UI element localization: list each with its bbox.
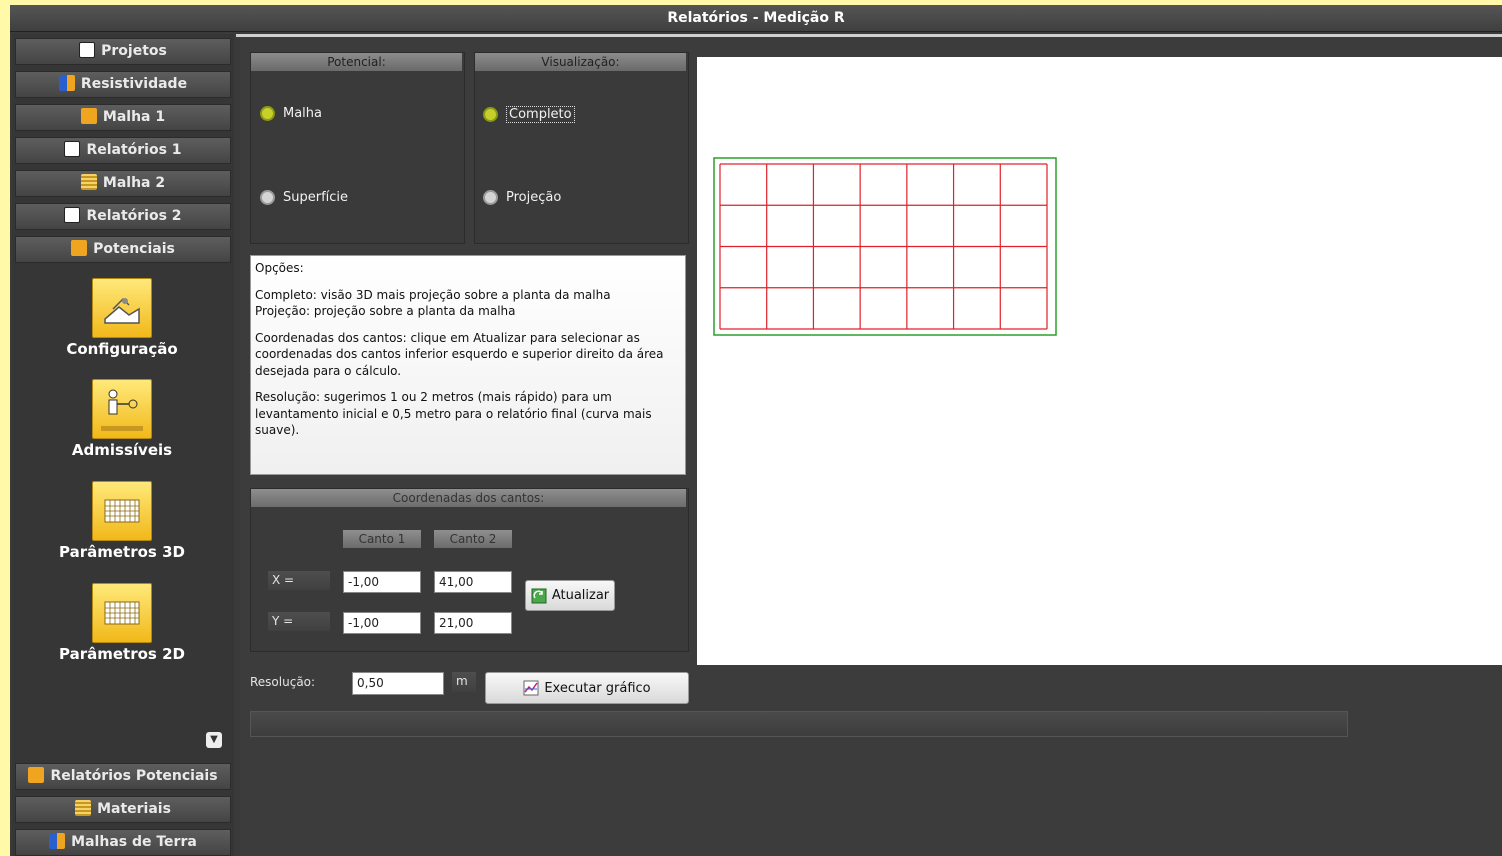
sidebar-item-label: Malha 2	[102, 175, 166, 191]
admissible-person-icon	[101, 389, 143, 431]
info-title: Opções:	[255, 261, 304, 275]
radio-unselected-icon	[260, 190, 275, 205]
sidebar-item-malhas-de-terra[interactable]: Malhas de Terra	[15, 829, 231, 856]
run-chart-button[interactable]: Executar gráfico	[485, 672, 689, 704]
sidebar-item-label: Projetos	[101, 43, 167, 59]
y-label: Y =	[268, 612, 330, 631]
update-button[interactable]: Atualizar	[525, 580, 615, 611]
admissible-label: Admissíveis	[71, 441, 173, 459]
params-3d-label: Parâmetros 3D	[59, 543, 185, 561]
params-2d-label: Parâmetros 2D	[59, 645, 185, 663]
coords-header: Coordenadas dos cantos:	[251, 489, 686, 507]
sidebar-item-relatorios-potenciais[interactable]: Relatórios Potenciais	[15, 763, 231, 790]
sidebar-item-label: Potenciais	[93, 241, 175, 257]
radio-malha[interactable]: Malha	[260, 106, 322, 121]
configuration-icon	[104, 297, 140, 324]
sidebar-item-label: Malha 1	[102, 109, 166, 125]
mesh-grid	[719, 163, 1048, 330]
mesh-icon	[28, 767, 45, 783]
radio-label: Completo	[506, 106, 575, 123]
radio-completo[interactable]: Completo	[483, 106, 575, 123]
sidebar-item-resistividade[interactable]: Resistividade	[15, 71, 231, 98]
scroll-down-icon[interactable]: ▼	[206, 732, 222, 748]
resolution-input[interactable]: 0,50	[352, 672, 444, 695]
sidebar-item-label: Relatórios Potenciais	[50, 768, 218, 784]
chart-icon	[523, 680, 539, 696]
sidebar-item-materiais[interactable]: Materiais	[15, 796, 231, 823]
radio-label: Malha	[283, 106, 322, 121]
visualizacao-header: Visualização:	[475, 53, 686, 71]
admissible-tool-button[interactable]	[92, 379, 152, 439]
document-icon	[64, 141, 81, 157]
y1-input[interactable]: -1,00	[343, 612, 421, 634]
ground-mesh-icon	[49, 833, 66, 849]
sidebar-item-label: Relatórios 2	[86, 208, 182, 224]
visualizacao-group	[474, 52, 689, 244]
sidebar-item-label: Malhas de Terra	[71, 834, 197, 850]
sidebar-item-label: Resistividade	[80, 76, 188, 92]
top-divider	[236, 34, 1502, 37]
sidebar-item-malha-2[interactable]: Malha 2	[15, 170, 231, 197]
mesh-preview-canvas	[697, 57, 1502, 665]
progress-bar	[250, 711, 1348, 737]
potencial-group	[250, 52, 465, 244]
mesh-preview-svg	[713, 157, 1057, 336]
info-resolution-text: Resolução: sugerimos 1 ou 2 metros (mais…	[255, 390, 652, 437]
document-icon	[64, 207, 81, 223]
grid-3d-icon	[104, 499, 140, 523]
mesh-icon	[71, 240, 88, 256]
canto-1-header: Canto 1	[343, 530, 421, 548]
configuration-tool-button[interactable]	[92, 278, 152, 338]
materials-icon	[75, 800, 92, 816]
resolution-unit: m	[452, 672, 476, 692]
radio-superficie[interactable]: Superfície	[260, 190, 348, 205]
x1-input[interactable]: -1,00	[343, 571, 421, 593]
sidebar-item-malha-1[interactable]: Malha 1	[15, 104, 231, 131]
sidebar-item-label: Relatórios 1	[86, 142, 182, 158]
radio-label: Projeção	[506, 190, 562, 205]
grid-2d-icon	[104, 601, 140, 625]
update-button-label: Atualizar	[551, 588, 610, 603]
options-info-box: Opções: Completo: visão 3D mais projeção…	[250, 255, 686, 475]
refresh-icon	[531, 588, 547, 603]
radio-projecao[interactable]: Projeção	[483, 190, 561, 205]
info-coords-text: Coordenadas dos cantos: clique em Atuali…	[255, 330, 664, 378]
potencial-header: Potencial:	[251, 53, 462, 71]
document-icon	[79, 42, 96, 58]
canto-2-header: Canto 2	[434, 530, 512, 548]
configuration-label: Configuração	[66, 340, 178, 358]
sidebar-item-label: Materiais	[97, 801, 171, 817]
sidebar-item-relatorios-2[interactable]: Relatórios 2	[15, 203, 231, 230]
radio-selected-icon	[483, 107, 498, 122]
run-chart-button-label: Executar gráfico	[544, 680, 651, 696]
radio-label: Superfície	[283, 190, 349, 205]
x-label: X =	[268, 571, 330, 590]
params-2d-tool-button[interactable]	[92, 583, 152, 643]
grid-icon	[80, 174, 97, 190]
info-line-completo: Completo: visão 3D mais projeção sobre a…	[255, 287, 611, 302]
radio-selected-icon	[260, 106, 275, 121]
sidebar: Projetos Resistividade Malha 1 Relatório…	[12, 34, 234, 856]
info-line-projecao: Projeção: projeção sobre a planta da mal…	[255, 304, 516, 318]
resolution-label: Resolução:	[250, 671, 342, 693]
sidebar-item-potenciais[interactable]: Potenciais	[15, 236, 231, 263]
radio-unselected-icon	[483, 190, 498, 205]
sidebar-item-projetos[interactable]: Projetos	[15, 38, 231, 65]
sidebar-item-relatorios-1[interactable]: Relatórios 1	[15, 137, 231, 164]
params-3d-tool-button[interactable]	[92, 481, 152, 541]
x2-input[interactable]: 41,00	[434, 571, 512, 593]
resistivity-icon	[58, 75, 75, 91]
mesh-icon	[80, 108, 97, 124]
window-title: Relatórios - Medição R	[10, 5, 1502, 32]
y2-input[interactable]: 21,00	[434, 612, 512, 634]
